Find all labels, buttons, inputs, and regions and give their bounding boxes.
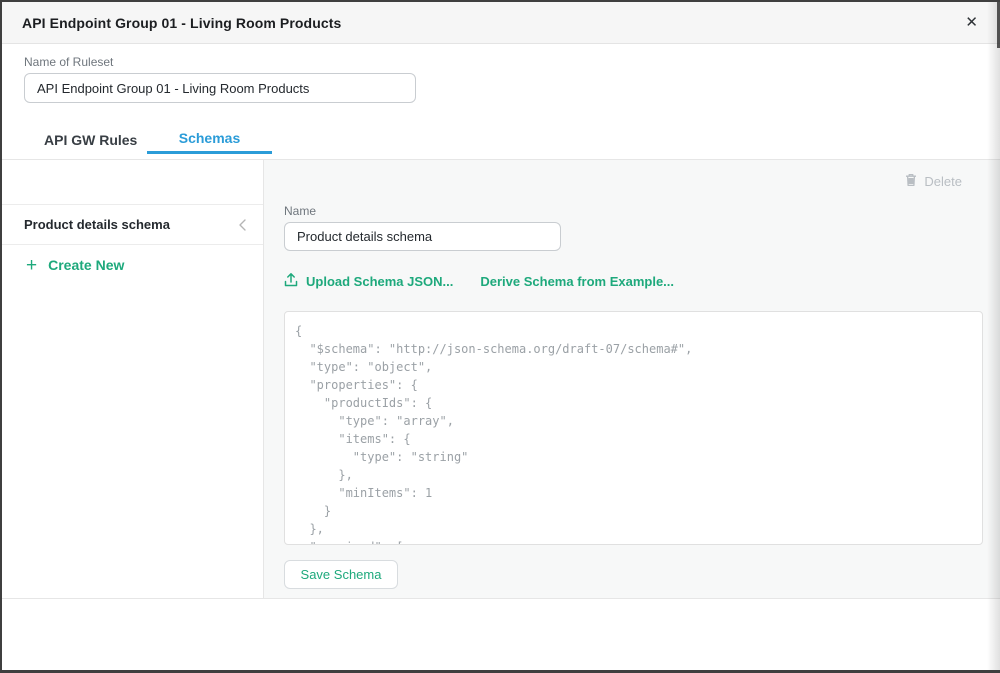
modal-window: API Endpoint Group 01 - Living Room Prod…	[0, 0, 1000, 673]
schema-name-input[interactable]	[284, 222, 561, 251]
content-area: Product details schema + Create New Dele…	[2, 159, 1000, 599]
upload-icon	[284, 272, 298, 290]
schema-list-empty-row	[2, 160, 263, 205]
modal-title: API Endpoint Group 01 - Living Room Prod…	[22, 15, 341, 31]
schema-name-label: Name	[284, 204, 316, 218]
code-line: "type": "string"	[295, 448, 982, 466]
ruleset-name-label: Name of Ruleset	[24, 55, 113, 69]
save-schema-button[interactable]: Save Schema	[284, 560, 398, 589]
trash-icon	[905, 173, 917, 190]
derive-schema-link[interactable]: Derive Schema from Example...	[480, 274, 674, 289]
schema-list-item[interactable]: Product details schema	[2, 205, 263, 245]
code-line: "type": "array",	[295, 412, 982, 430]
modal-header: API Endpoint Group 01 - Living Room Prod…	[2, 2, 1000, 44]
code-line: },	[295, 466, 982, 484]
code-line: }	[295, 502, 982, 520]
code-line: {	[295, 322, 982, 340]
upload-schema-json-link[interactable]: Upload Schema JSON...	[284, 272, 453, 290]
schema-list-sidebar: Product details schema + Create New	[2, 160, 264, 598]
code-line: },	[295, 520, 982, 538]
schema-code-editor[interactable]: { "$schema": "http://json-schema.org/dra…	[284, 311, 983, 545]
code-line: "productIds": {	[295, 394, 982, 412]
code-line: "minItems": 1	[295, 484, 982, 502]
close-button[interactable]: ✕	[963, 11, 980, 34]
code-line: "required": [	[295, 538, 982, 545]
delete-label: Delete	[924, 174, 962, 189]
plus-icon: +	[26, 256, 37, 275]
close-icon: ✕	[965, 14, 978, 31]
upload-link-label: Upload Schema JSON...	[306, 274, 453, 289]
create-new-label: Create New	[48, 257, 124, 273]
schema-actions-row: Upload Schema JSON... Derive Schema from…	[284, 272, 674, 290]
delete-schema-button[interactable]: Delete	[905, 173, 962, 190]
code-line: "$schema": "http://json-schema.org/draft…	[295, 340, 982, 358]
derive-link-label: Derive Schema from Example...	[480, 274, 674, 289]
schema-editor-panel: Delete Name Upload Schema JSON... Derive…	[264, 160, 1000, 598]
schema-item-label: Product details schema	[24, 217, 238, 232]
tab-schemas[interactable]: Schemas	[147, 124, 272, 154]
code-line: "items": {	[295, 430, 982, 448]
tab-api-gw-rules[interactable]: API GW Rules	[44, 132, 137, 148]
chevron-left-icon	[238, 218, 247, 232]
ruleset-name-input[interactable]	[24, 73, 416, 103]
create-new-schema-button[interactable]: + Create New	[2, 245, 124, 285]
code-line: "type": "object",	[295, 358, 982, 376]
code-line: "properties": {	[295, 376, 982, 394]
